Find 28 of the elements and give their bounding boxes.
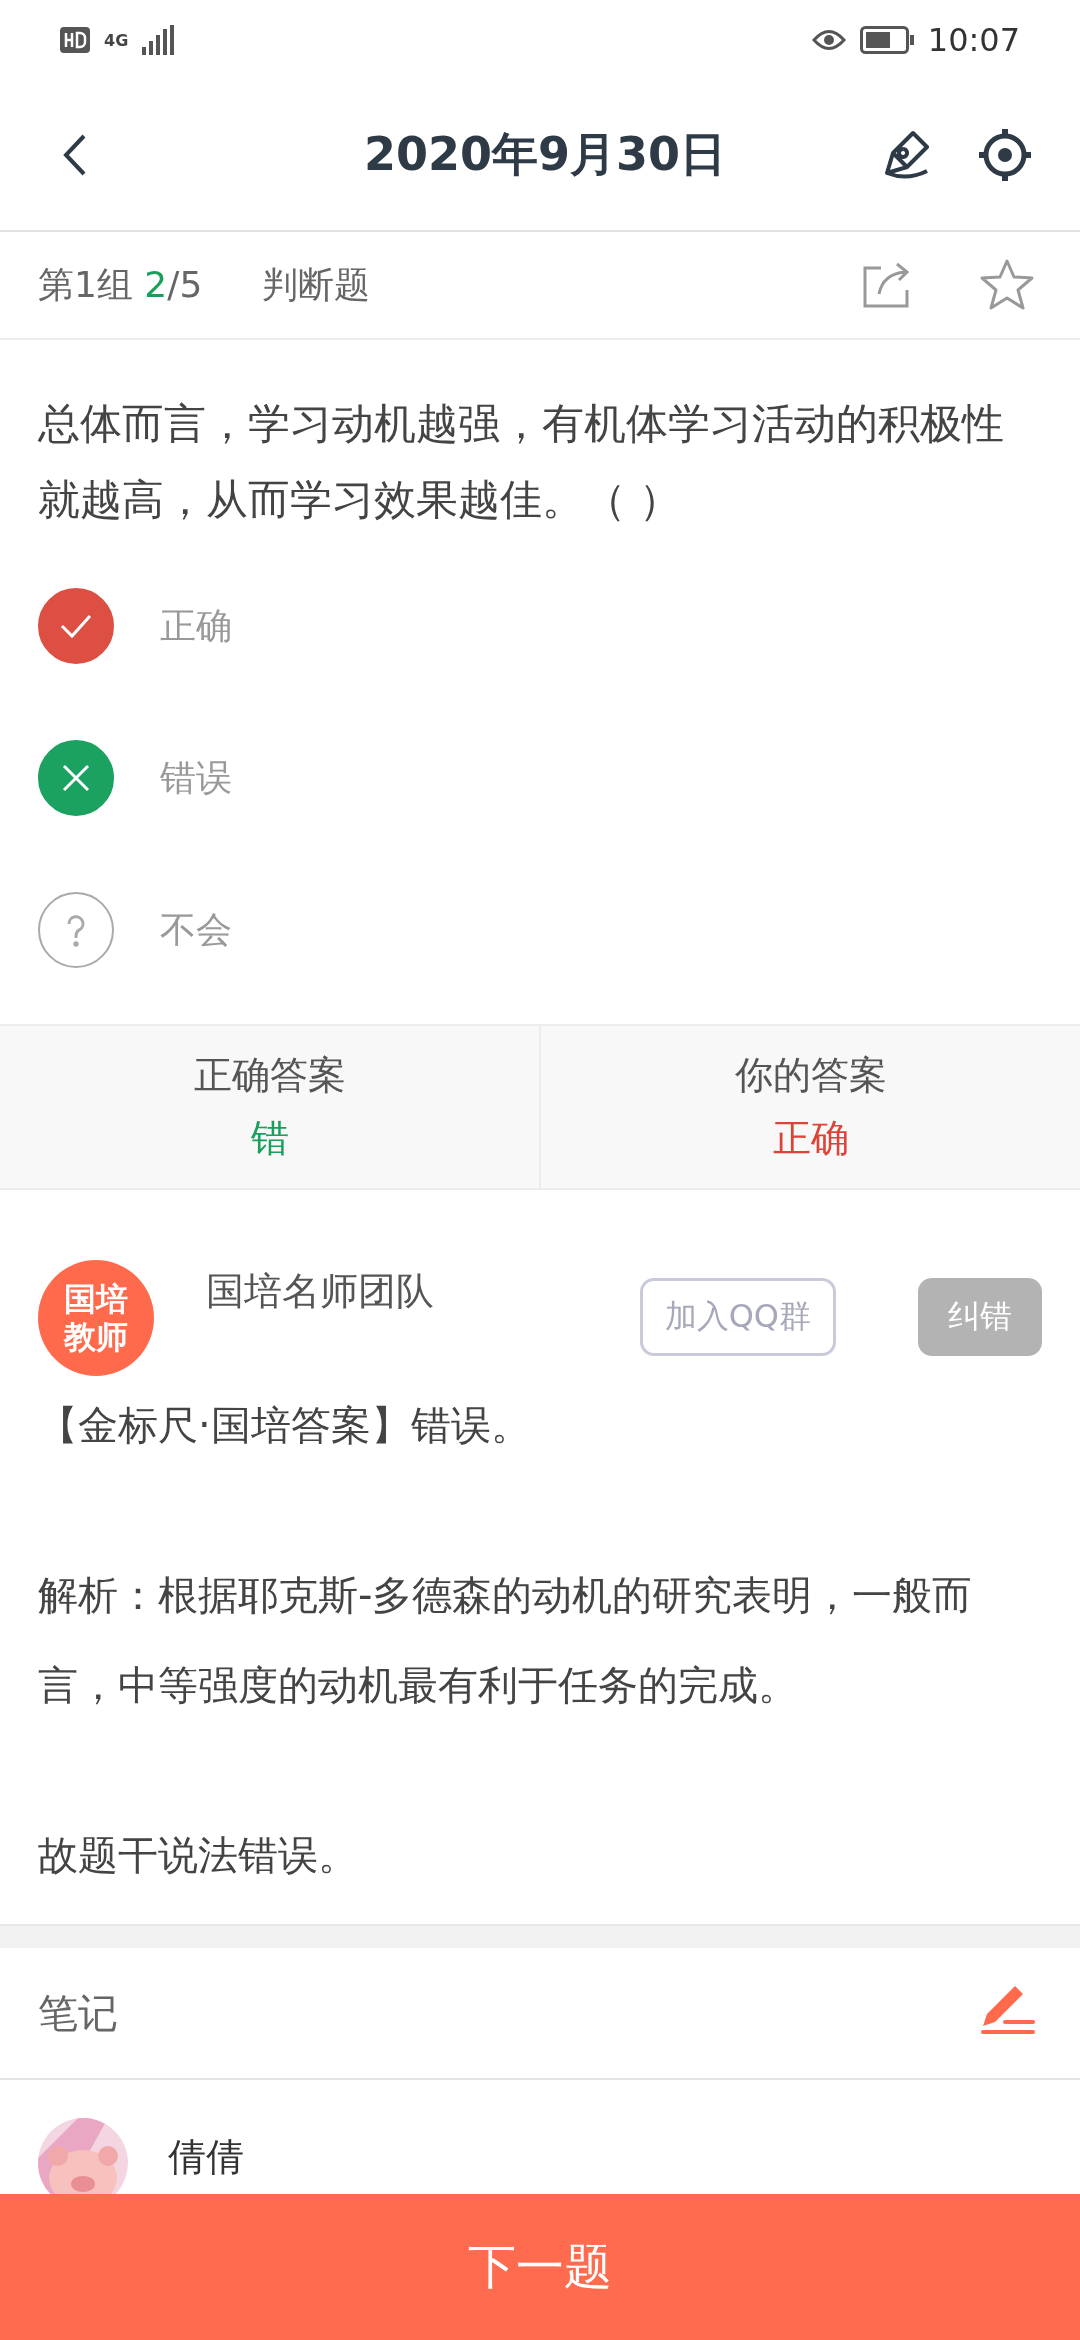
battery-icon	[859, 26, 914, 54]
question-type: 判断题	[262, 262, 371, 307]
signal-icon	[142, 25, 175, 55]
join-group-button[interactable]: 加入QQ群	[639, 1278, 836, 1356]
answer-option[interactable]: 错误	[38, 740, 1042, 816]
answer-value: 错	[250, 1115, 289, 1162]
question-text: 总体而言，学习动机越强，有机体学习活动的积极性就越高，从而学习效果越佳。（ ）	[37, 398, 1005, 526]
clock-time: 10:07	[927, 21, 1020, 59]
analysis-text: 故题干说法错误。	[37, 1831, 359, 1880]
answer-option[interactable]: 正确	[38, 588, 1042, 664]
analysis-text: 【金标尺·国培答案】错误。	[37, 1401, 532, 1450]
analysis-text: 解析：根据耶克斯-多德森的动机的研究表明，一般而言，中等强度的动机最有利于任务的完成。	[37, 1571, 974, 1710]
report-error-button[interactable]: 纠错	[918, 1278, 1042, 1356]
settings-icon[interactable]	[977, 127, 1033, 183]
teacher-avatar: 国培 教师	[38, 1260, 154, 1376]
page-title: 2020年9月30日	[362, 126, 728, 183]
next-question-button[interactable]: 下一题	[0, 2194, 1080, 2340]
answer-label: 正确答案	[193, 1052, 346, 1099]
notes-title: 笔记	[38, 1988, 118, 2038]
answer-option[interactable]: 不会	[38, 892, 1042, 968]
author-name: 国培名师团队	[206, 1268, 434, 1315]
star-icon[interactable]	[979, 258, 1035, 312]
network-type: 4G	[104, 30, 129, 50]
answer-label: 你的答案	[734, 1052, 887, 1099]
note-author: 倩倩	[168, 2134, 244, 2181]
eye-icon	[811, 29, 846, 51]
answer-value: 正确	[772, 1115, 849, 1162]
hd-icon	[60, 27, 90, 53]
